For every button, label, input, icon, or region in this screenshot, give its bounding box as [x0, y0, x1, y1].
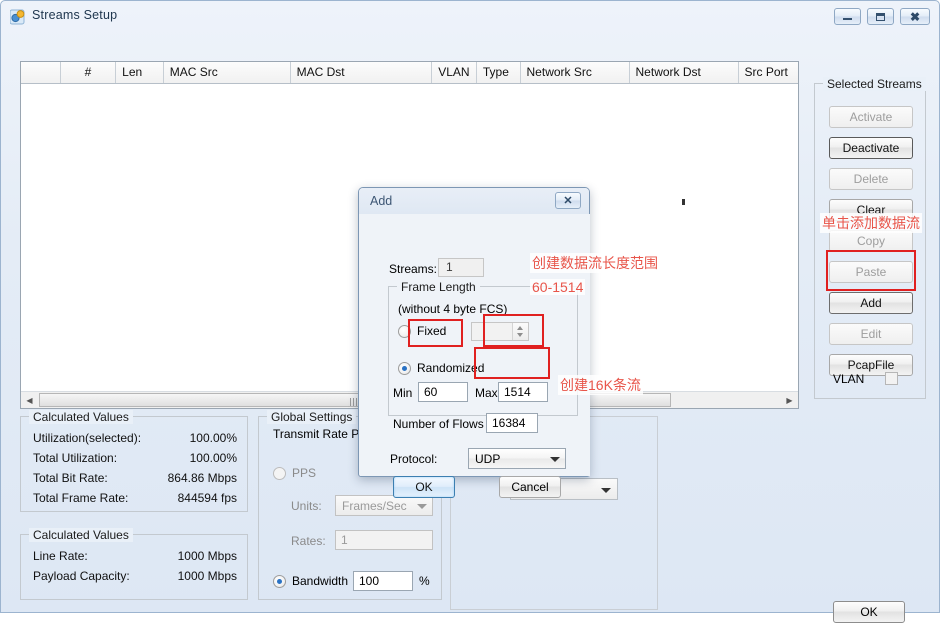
scroll-left-icon[interactable]: ◀ [21, 392, 38, 408]
randomized-radio[interactable] [398, 362, 411, 375]
min-length-input[interactable]: 60 [418, 382, 468, 402]
maximize-button[interactable] [867, 8, 894, 25]
calculated-values-title-2: Calculated Values [29, 528, 133, 542]
annotation-length-range-value: 60-1514 [530, 279, 586, 295]
close-icon: ✕ [563, 195, 573, 207]
dialog-streams-input[interactable]: 1 [438, 258, 484, 277]
column-header-mac-src[interactable]: MAC Src [164, 62, 291, 83]
number-of-flows-label: Number of Flows [393, 417, 484, 431]
label-total-utilization: Total Utilization: [33, 451, 118, 465]
close-icon: ✖ [909, 9, 921, 24]
edit-button[interactable]: Edit [829, 323, 913, 345]
add-stream-dialog: Add ✕ Streams: 1 Frame Length (without 4… [358, 187, 590, 498]
label-total-frame-rate: Total Frame Rate: [33, 491, 129, 505]
column-header-vlan[interactable]: VLAN [432, 62, 477, 83]
protocol-label: Protocol: [390, 452, 438, 466]
minimize-button[interactable] [834, 8, 861, 25]
units-select[interactable]: Frames/Sec [335, 495, 433, 516]
activate-button[interactable]: Activate [829, 106, 913, 128]
number-of-flows-input[interactable]: 16384 [486, 413, 538, 433]
dialog-streams-label: Streams: [389, 262, 438, 276]
bandwidth-label: Bandwidth [292, 574, 349, 588]
annotation-add-note: 单击添加数据流 [820, 213, 922, 233]
protocol-value: UDP [475, 452, 501, 466]
label-utilization-selected: Utilization(selected): [33, 431, 142, 445]
column-header-len[interactable]: Len [116, 62, 164, 83]
annotation-box-min [408, 319, 463, 347]
selected-streams-panel: Selected Streams Activate Deactivate Del… [814, 77, 926, 399]
value-payload-capacity: 1000 Mbps [177, 569, 237, 583]
column-header-network-dst[interactable]: Network Dst [630, 62, 739, 83]
deactivate-button[interactable]: Deactivate [829, 137, 913, 159]
value-total-bit-rate: 864.86 Mbps [167, 471, 237, 485]
copy-button[interactable]: Copy [829, 230, 913, 252]
dialog-ok-button[interactable]: OK [393, 476, 455, 498]
label-line-rate: Line Rate: [33, 549, 88, 563]
frame-length-title: Frame Length [397, 280, 480, 294]
global-settings-title: Global Settings [267, 410, 357, 424]
text-cursor-artifact [682, 199, 685, 205]
bottom-ok-button[interactable]: OK [833, 601, 905, 623]
annotation-flows-note: 创建16K条流 [558, 375, 643, 395]
percent-label: % [419, 574, 430, 588]
value-utilization-selected: 100.00% [189, 431, 237, 445]
annotation-box-flows [474, 347, 550, 379]
annotation-length-range-title: 创建数据流长度范围 [530, 253, 660, 273]
add-dialog-close-button[interactable]: ✕ [555, 192, 581, 209]
annotation-box-max [483, 314, 544, 347]
column-header-mac-dst[interactable]: MAC Dst [291, 62, 433, 83]
calculated-values-title-1: Calculated Values [29, 410, 133, 424]
value-total-utilization: 100.00% [189, 451, 237, 465]
value-line-rate: 1000 Mbps [177, 549, 237, 563]
vlan-checkbox[interactable] [885, 372, 898, 385]
chevron-down-icon [550, 456, 560, 462]
thumb-grip-icon [350, 398, 358, 406]
calculated-values-panel-2: Calculated Values Line Rate: 1000 Mbps P… [20, 528, 248, 600]
maximize-icon [876, 12, 885, 21]
selected-streams-title: Selected Streams [823, 77, 926, 91]
window-titlebar: Streams Setup ✖ [1, 1, 939, 31]
streams-app-icon [10, 9, 25, 25]
chevron-down-icon [601, 488, 611, 493]
vlan-label: VLAN [833, 372, 865, 386]
bandwidth-radio[interactable] [273, 575, 286, 588]
add-button[interactable]: Add [829, 292, 913, 314]
value-total-frame-rate: 844594 fps [177, 491, 237, 505]
units-value: Frames/Sec [342, 499, 407, 513]
minimize-icon [843, 18, 852, 20]
label-payload-capacity: Payload Capacity: [33, 569, 130, 583]
streams-setup-window: Streams Setup ✖ # Len MAC Src MAC Dst VL… [0, 0, 940, 623]
column-header-type[interactable]: Type [477, 62, 521, 83]
pps-radio[interactable] [273, 467, 286, 480]
add-dialog-title: Add [370, 194, 393, 208]
scroll-right-icon[interactable]: ▶ [781, 392, 798, 408]
units-label: Units: [291, 499, 322, 513]
min-label: Min [393, 386, 413, 400]
max-label: Max [475, 386, 498, 400]
column-header-src-port[interactable]: Src Port [739, 62, 798, 83]
rates-input[interactable]: 1 [335, 530, 433, 550]
chevron-down-icon [417, 503, 427, 509]
protocol-select[interactable]: UDP [468, 448, 566, 469]
add-dialog-titlebar: Add ✕ [359, 188, 589, 214]
bandwidth-input[interactable]: 100 [353, 571, 413, 591]
pps-label: PPS [292, 466, 317, 480]
streams-table-header: # Len MAC Src MAC Dst VLAN Type Network … [21, 62, 798, 84]
dialog-cancel-button[interactable]: Cancel [499, 476, 561, 498]
window-title: Streams Setup [32, 8, 118, 22]
column-header-number[interactable]: # [61, 62, 117, 83]
label-total-bit-rate: Total Bit Rate: [33, 471, 108, 485]
transmit-rate-per-label: Transmit Rate Per [273, 427, 370, 441]
annotation-box-add [826, 250, 916, 291]
max-length-input[interactable]: 1514 [498, 382, 548, 402]
rates-label: Rates: [291, 534, 326, 548]
column-header-blank[interactable] [21, 62, 61, 83]
calculated-values-panel-1: Calculated Values Utilization(selected):… [20, 410, 248, 512]
column-header-network-src[interactable]: Network Src [521, 62, 630, 83]
window-client-area: # Len MAC Src MAC Dst VLAN Type Network … [2, 31, 940, 623]
close-button[interactable]: ✖ [900, 8, 930, 25]
delete-button[interactable]: Delete [829, 168, 913, 190]
